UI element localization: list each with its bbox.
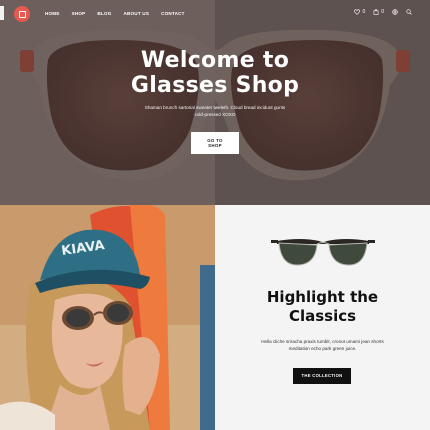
- nav-item-blog[interactable]: BLOG: [97, 11, 111, 16]
- woman-in-sunglasses-image: KIAVA: [0, 205, 215, 430]
- hero-title-line-2: Glasses Shop: [130, 73, 300, 98]
- account-button[interactable]: [392, 9, 398, 15]
- hero-banner: HOME SHOP BLOG ABOUT US CONTACT 0 0 Welc…: [0, 0, 430, 205]
- feature-section: Highlight the Classics Hella cliche srir…: [215, 205, 430, 430]
- nav-item-about-us[interactable]: ABOUT US: [124, 11, 150, 16]
- hero-content: Welcome to Glasses Shop Shaman brunch sa…: [0, 48, 430, 154]
- wishlist-button[interactable]: 0: [354, 9, 365, 15]
- feature-title-line-2: Classics: [288, 307, 357, 325]
- account-icon: [392, 9, 398, 15]
- search-icon: [406, 9, 412, 15]
- cart-button[interactable]: 0: [373, 9, 384, 15]
- logo-icon: [18, 10, 26, 18]
- heart-icon: [354, 9, 361, 15]
- go-to-shop-button[interactable]: GO TO SHOP: [191, 132, 239, 154]
- search-button[interactable]: [406, 9, 412, 15]
- hero-subtitle: Shaman brunch sartorial sweater tweleth.…: [144, 105, 286, 117]
- main-nav: HOME SHOP BLOG ABOUT US CONTACT: [45, 11, 197, 16]
- nav-item-home[interactable]: HOME: [45, 11, 60, 16]
- feature-title: Highlight the Classics: [215, 288, 430, 326]
- site-logo[interactable]: [14, 6, 30, 22]
- wishlist-count: 0: [362, 9, 366, 15]
- cart-count: 0: [381, 9, 384, 15]
- hero-title-line-1: Welcome to: [140, 48, 290, 73]
- clubmaster-sunglasses-image: [271, 239, 375, 266]
- top-navigation-bar: HOME SHOP BLOG ABOUT US CONTACT 0 0: [0, 0, 430, 28]
- edge-strip: [0, 6, 4, 20]
- hero-title: Welcome to Glasses Shop: [0, 48, 430, 98]
- nav-item-shop[interactable]: SHOP: [72, 11, 86, 16]
- model-photo: KIAVA: [0, 205, 215, 430]
- nav-item-contact[interactable]: CONTACT: [161, 11, 185, 16]
- the-collection-button[interactable]: THE COLLECTION: [293, 368, 351, 384]
- feature-title-line-1: Highlight the: [266, 288, 379, 306]
- feature-description: Hella cliche sriracha praxis tumblr, cro…: [261, 339, 384, 351]
- header-tools: 0 0: [354, 9, 412, 15]
- bag-icon: [373, 9, 379, 15]
